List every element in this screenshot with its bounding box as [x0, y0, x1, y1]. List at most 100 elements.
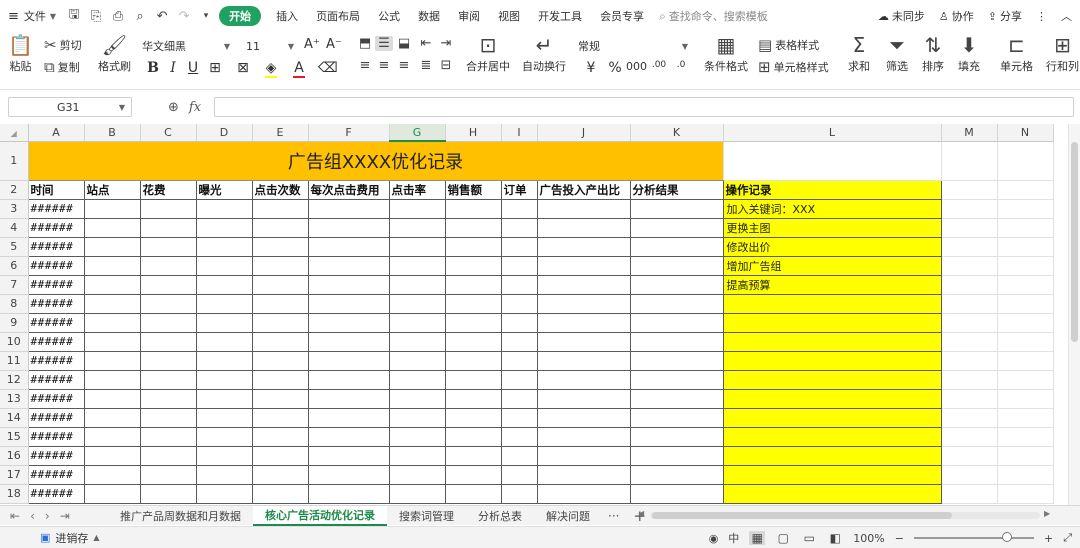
- underline-button[interactable]: U: [184, 60, 202, 76]
- header-site[interactable]: 站点: [84, 180, 141, 200]
- clear-format-button[interactable]: ⌫: [318, 60, 338, 76]
- cell[interactable]: [630, 484, 724, 504]
- cell[interactable]: [84, 370, 141, 390]
- cell[interactable]: [630, 370, 724, 390]
- cell[interactable]: [84, 313, 141, 333]
- cell[interactable]: [537, 313, 631, 333]
- cell[interactable]: [941, 370, 998, 390]
- cells-button[interactable]: ⊏ 单元格: [1000, 34, 1033, 74]
- header-cpc[interactable]: 每次点击费用: [308, 180, 390, 200]
- cell[interactable]: [84, 275, 141, 295]
- decrease-indent-button[interactable]: ⇤: [417, 36, 435, 51]
- row-header[interactable]: 16: [0, 446, 29, 466]
- time-cell[interactable]: ######: [27, 332, 85, 352]
- operation-record-cell[interactable]: [723, 313, 942, 333]
- cell[interactable]: [389, 484, 446, 504]
- cell[interactable]: [196, 484, 253, 504]
- cell[interactable]: [997, 332, 1054, 352]
- cell[interactable]: [997, 484, 1054, 504]
- wrap-text-button[interactable]: ↵ 自动换行: [522, 34, 566, 74]
- sheet-tab[interactable]: 分析总表: [466, 506, 534, 526]
- cell[interactable]: [537, 484, 631, 504]
- cell[interactable]: [140, 199, 197, 219]
- cell[interactable]: [84, 256, 141, 276]
- row-header[interactable]: 12: [0, 370, 29, 390]
- column-header-a[interactable]: A: [28, 124, 85, 142]
- share-button[interactable]: ⇪ 分享: [988, 8, 1022, 24]
- last-sheet-icon[interactable]: ⇥: [60, 509, 70, 523]
- next-sheet-icon[interactable]: ›: [45, 509, 50, 523]
- column-header-j[interactable]: J: [537, 124, 631, 142]
- conditional-format-button[interactable]: ▦ 条件格式: [704, 34, 748, 74]
- operation-record-cell[interactable]: [723, 465, 942, 485]
- tab-member[interactable]: 会员专享: [591, 8, 653, 24]
- column-header-c[interactable]: C: [140, 124, 197, 142]
- row-header[interactable]: 11: [0, 351, 29, 371]
- cell[interactable]: [196, 408, 253, 428]
- cell[interactable]: [140, 370, 197, 390]
- cell[interactable]: [445, 218, 502, 238]
- percent-button[interactable]: %: [606, 60, 624, 76]
- cell[interactable]: [308, 313, 390, 333]
- column-header-m[interactable]: M: [941, 124, 998, 142]
- cell[interactable]: [140, 294, 197, 314]
- fill-button[interactable]: ⬇ 填充: [958, 34, 980, 74]
- cell[interactable]: [537, 294, 631, 314]
- cell[interactable]: [140, 237, 197, 257]
- cell[interactable]: [389, 446, 446, 466]
- cell[interactable]: [941, 389, 998, 409]
- cell[interactable]: [389, 199, 446, 219]
- table-style-button[interactable]: ▤ 表格样式: [758, 36, 819, 54]
- cell[interactable]: [252, 275, 309, 295]
- align-bottom-button[interactable]: ⬓: [395, 36, 413, 51]
- cell[interactable]: [308, 218, 390, 238]
- cell[interactable]: [537, 408, 631, 428]
- cell[interactable]: [997, 465, 1054, 485]
- operation-record-cell[interactable]: [723, 408, 942, 428]
- cell[interactable]: [501, 351, 538, 371]
- tab-data[interactable]: 数据: [409, 8, 449, 24]
- cell[interactable]: [537, 427, 631, 447]
- increase-font-button[interactable]: A⁺: [304, 37, 320, 52]
- cell[interactable]: [997, 351, 1054, 371]
- cell[interactable]: [997, 294, 1054, 314]
- cell[interactable]: [196, 275, 253, 295]
- cell[interactable]: [941, 313, 998, 333]
- cell-fill-pattern-button[interactable]: ⊠: [234, 60, 252, 76]
- print-preview-icon[interactable]: ⌕: [133, 9, 147, 24]
- font-family-select[interactable]: 华文细黑 ▼: [138, 36, 234, 56]
- cell[interactable]: [196, 237, 253, 257]
- cell[interactable]: [140, 218, 197, 238]
- cell[interactable]: [140, 351, 197, 371]
- merge-center-button[interactable]: ⊡ 合并居中: [466, 34, 510, 74]
- cell[interactable]: [445, 465, 502, 485]
- cell[interactable]: [84, 351, 141, 371]
- cell[interactable]: [501, 313, 538, 333]
- cell[interactable]: [941, 351, 998, 371]
- decrease-font-button[interactable]: A⁻: [326, 37, 342, 52]
- cell[interactable]: [630, 275, 724, 295]
- operation-record-cell[interactable]: [723, 484, 942, 504]
- row-header[interactable]: 3: [0, 199, 29, 219]
- cell[interactable]: [308, 389, 390, 409]
- cell[interactable]: [501, 484, 538, 504]
- cell[interactable]: [445, 351, 502, 371]
- cell[interactable]: [252, 427, 309, 447]
- cell[interactable]: [308, 275, 390, 295]
- zoom-out-icon[interactable]: −: [895, 532, 904, 545]
- cell[interactable]: [445, 313, 502, 333]
- header-roas[interactable]: 广告投入产出比: [537, 180, 631, 200]
- cell[interactable]: [941, 484, 998, 504]
- cell[interactable]: [308, 351, 390, 371]
- undo-icon[interactable]: ↶: [155, 9, 169, 24]
- cell[interactable]: [84, 389, 141, 409]
- column-header-e[interactable]: E: [252, 124, 309, 142]
- column-header-h[interactable]: H: [445, 124, 502, 142]
- align-center-button[interactable]: ≡: [375, 58, 393, 73]
- row-header[interactable]: 5: [0, 237, 29, 257]
- scroll-right-icon[interactable]: ▶: [1044, 509, 1050, 518]
- cell[interactable]: [84, 199, 141, 219]
- normal-view-icon[interactable]: ▦: [749, 531, 766, 545]
- font-size-select[interactable]: 11 ▼: [242, 36, 298, 56]
- cell[interactable]: [630, 256, 724, 276]
